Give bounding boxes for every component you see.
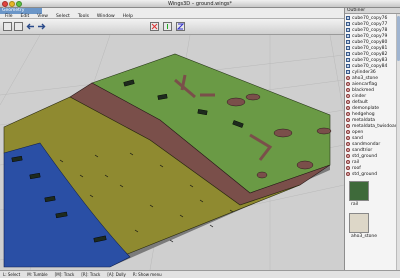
statusbar: L: Select M: Tumble [M]: Track [R]: Trac… xyxy=(0,270,400,278)
outliner-material[interactable]: metaldata_twisdoad xyxy=(345,123,400,129)
material-label: metaldata_twisdoad xyxy=(352,123,398,129)
material-icon xyxy=(346,142,350,146)
material-label: roof xyxy=(352,165,361,171)
x-axis-icon[interactable] xyxy=(150,22,159,31)
material-icon xyxy=(346,88,350,92)
object-icon xyxy=(346,40,350,44)
material-label: default xyxy=(352,99,368,105)
material-icon xyxy=(346,148,350,152)
object-icon xyxy=(346,70,350,74)
material-icon xyxy=(346,100,350,104)
status-hint: M: Tumble xyxy=(27,272,48,277)
material-label: rail xyxy=(352,159,360,165)
object-label: cube70_copy80 xyxy=(352,39,388,45)
texture-thumbnail-label: rail xyxy=(351,202,359,207)
material-label: aiencarflag xyxy=(352,81,378,87)
material-icon xyxy=(346,94,350,98)
object-icon xyxy=(346,46,350,50)
material-icon xyxy=(346,154,350,158)
object-label: cube70_copy84 xyxy=(352,63,388,69)
material-label: cinder xyxy=(352,93,367,99)
toolbar xyxy=(0,19,344,35)
material-icon xyxy=(346,130,350,134)
material-icon xyxy=(346,106,350,110)
smooth-preview-icon[interactable] xyxy=(3,22,12,31)
object-label: cube70_copy77 xyxy=(352,21,388,27)
object-icon xyxy=(346,34,350,38)
material-label: blackmed xyxy=(352,87,374,93)
object-label: cube70_copy79 xyxy=(352,33,388,39)
material-icon xyxy=(346,118,350,122)
texture-thumbnail-stone[interactable] xyxy=(349,213,369,233)
material-icon xyxy=(346,136,350,140)
material-label: metaldata xyxy=(352,117,376,123)
material-label: demonplate xyxy=(352,105,380,111)
material-icon xyxy=(346,160,350,164)
material-icon xyxy=(346,166,350,170)
material-label: std_ground xyxy=(352,171,378,177)
material-label: sandtrior xyxy=(352,147,373,153)
material-icon xyxy=(346,112,350,116)
object-icon xyxy=(346,64,350,68)
material-label: std_ground xyxy=(352,153,378,159)
back-arrow-icon[interactable] xyxy=(26,22,35,31)
material-label: open xyxy=(352,129,364,135)
forward-arrow-icon[interactable] xyxy=(37,22,46,31)
material-label: aho3_stone xyxy=(352,75,378,81)
status-hint: [R]: Track xyxy=(81,272,101,277)
object-icon xyxy=(346,22,350,26)
object-label: cube70_copy81 xyxy=(352,45,388,51)
material-icon xyxy=(346,82,350,86)
status-hint: [A]: Dolly xyxy=(107,272,126,277)
object-label: cube70_copy78 xyxy=(352,27,388,33)
object-icon xyxy=(346,52,350,56)
outliner-list: cube70_copy76 cube70_copy77 cube70_copy7… xyxy=(345,15,400,177)
terrain-scene[interactable] xyxy=(0,35,344,270)
menubar: Geometry File Edit View Select Tools Win… xyxy=(0,8,344,19)
material-icon xyxy=(346,124,350,128)
texture-thumbnail-label: aho3_stone xyxy=(351,234,377,239)
material-label: sand xyxy=(352,135,363,141)
window-titlebar: Wings3D – ground.wings* xyxy=(0,0,400,8)
shaded-icon[interactable] xyxy=(14,22,23,31)
object-icon xyxy=(346,16,350,20)
texture-thumbnail-rail[interactable] xyxy=(349,181,369,201)
3d-viewport[interactable] xyxy=(0,35,344,270)
y-axis-icon[interactable] xyxy=(163,22,172,31)
z-axis-icon[interactable] xyxy=(176,22,185,31)
object-icon xyxy=(346,28,350,32)
object-label: cube70_copy76 xyxy=(352,15,388,21)
status-hint: [M]: Track xyxy=(54,272,75,277)
outliner-material[interactable]: std_ground xyxy=(345,171,400,177)
outliner-title: Outliner xyxy=(345,8,400,14)
outliner-scrollbar[interactable] xyxy=(396,14,400,270)
material-icon xyxy=(346,172,350,176)
object-label: cube70_copy83 xyxy=(352,57,388,63)
window-title: Wings3D – ground.wings* xyxy=(167,1,233,7)
object-icon xyxy=(346,58,350,62)
object-label: cube70_copy82 xyxy=(352,51,388,57)
status-hint: L: Select xyxy=(3,272,21,277)
object-label: cylinder36 xyxy=(352,69,376,75)
material-label: sandmondar xyxy=(352,141,381,147)
material-label: hedgehog xyxy=(352,111,375,117)
status-hint: R: Show menu xyxy=(132,272,162,277)
outliner-panel: Outliner cube70_copy76 cube70_copy77 cub… xyxy=(344,8,400,270)
material-icon xyxy=(346,76,350,80)
